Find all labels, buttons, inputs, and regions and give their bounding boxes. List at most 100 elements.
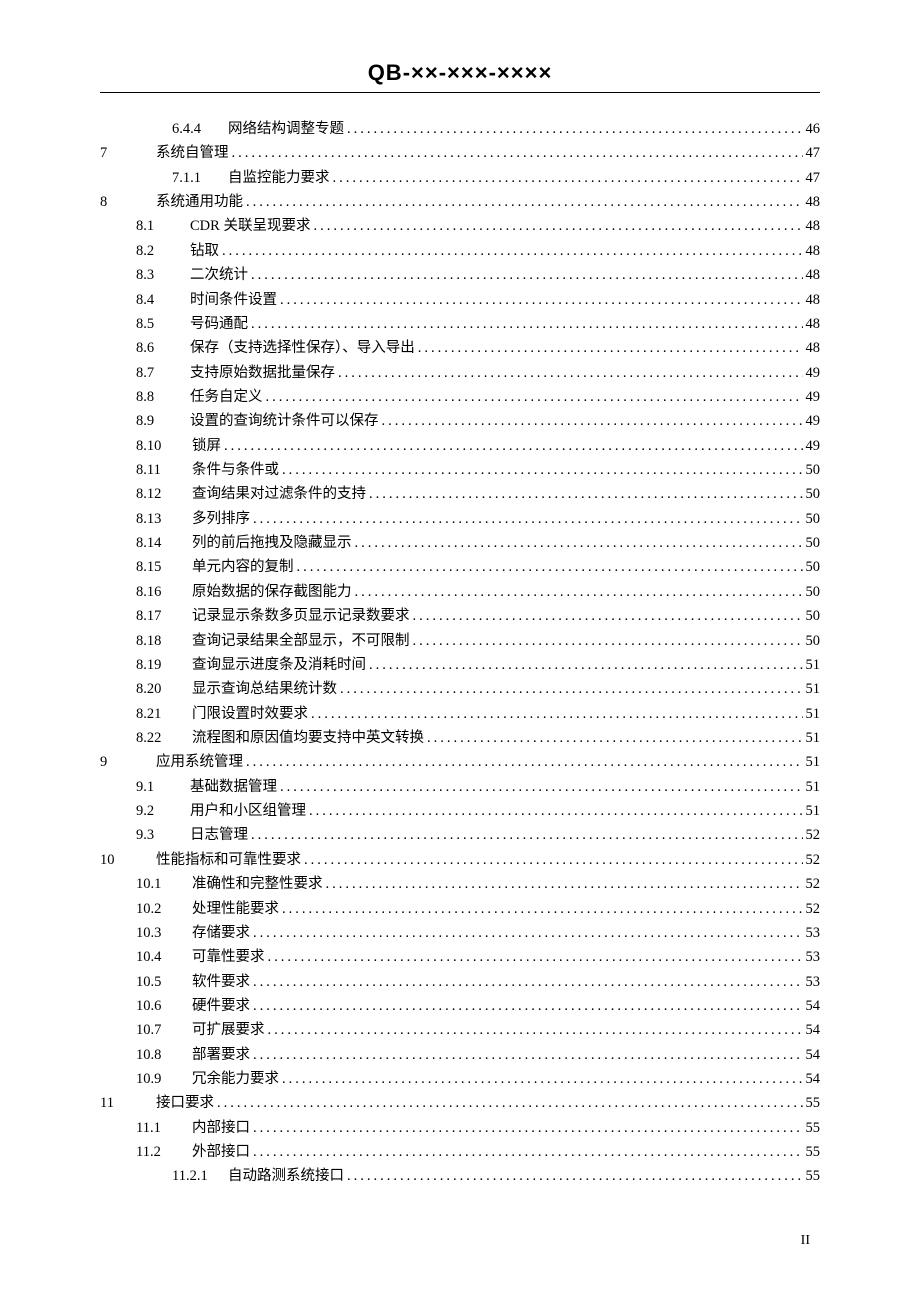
toc-leader-dots [340,677,803,701]
toc-leader-dots [224,434,803,458]
toc-entry-number: 9.3 [136,823,172,847]
toc-entry-page: 49 [806,434,821,458]
toc-entry: 11.2外部接口55 [100,1140,820,1164]
toc-entry-title: 可靠性要求 [192,945,265,969]
toc-entry-page: 54 [806,1043,821,1067]
toc-entry-page: 49 [806,361,821,385]
toc-entry-title: 查询记录结果全部显示，不可限制 [192,629,410,653]
toc-entry-title: 号码通配 [190,312,248,336]
toc-entry-page: 50 [806,482,821,506]
toc-entry-title: 锁屏 [192,434,221,458]
toc-entry-page: 48 [806,288,821,312]
toc-entry-page: 51 [806,653,821,677]
toc-leader-dots [280,775,803,799]
toc-entry-page: 47 [806,166,821,190]
toc-entry-page: 53 [806,970,821,994]
toc-leader-dots [222,239,803,263]
toc-entry-page: 48 [806,263,821,287]
toc-entry-number: 7.1.1 [172,166,216,190]
toc-entry-number: 6.4.4 [172,117,216,141]
toc-entry-page: 55 [806,1140,821,1164]
toc-leader-dots [282,458,803,482]
toc-entry-page: 50 [806,580,821,604]
toc-entry-number: 10.1 [136,872,180,896]
toc-leader-dots [217,1091,803,1115]
toc-entry-page: 52 [806,823,821,847]
toc-entry-page: 51 [806,799,821,823]
toc-entry-number: 10.4 [136,945,180,969]
toc-entry-number: 10.7 [136,1018,180,1042]
toc-leader-dots [313,214,802,238]
toc-entry-title: 可扩展要求 [192,1018,265,1042]
toc-entry-page: 48 [806,312,821,336]
toc-leader-dots [382,409,803,433]
toc-entry-page: 52 [806,872,821,896]
toc-leader-dots [369,482,803,506]
toc-entry-page: 46 [806,117,821,141]
toc-entry-number: 8.15 [136,555,180,579]
document-page: QB-××-×××-×××× 6.4.4 网络结构调整专题 467系统自管理477.… [0,0,920,1289]
toc-entry: 8.1CDR 关联呈现要求48 [100,214,820,238]
toc-entry-title: 保存（支持选择性保存）、导入导出 [190,336,415,360]
toc-entry-title: 支持原始数据批量保存 [190,361,335,385]
toc-entry-title: 列的前后拖拽及隐藏显示 [192,531,352,555]
toc-entry-title: 准确性和完整性要求 [192,872,323,896]
toc-entry: 7系统自管理47 [100,141,820,165]
toc-entry-page: 48 [806,239,821,263]
toc-entry: 8.17记录显示条数多页显示记录数要求50 [100,604,820,628]
toc-entry-number: 8.3 [136,263,172,287]
toc-entry-number: 8.6 [136,336,172,360]
toc-entry-page: 51 [806,775,821,799]
toc-entry: 8.3 二次统计 48 [100,263,820,287]
toc-entry-number: 8.21 [136,702,180,726]
toc-entry-title: 系统自管理 [156,141,229,165]
toc-entry-title: 门限设置时效要求 [192,702,308,726]
toc-entry-title: 单元内容的复制 [192,555,294,579]
toc-leader-dots [253,994,803,1018]
toc-leader-dots [338,361,803,385]
toc-entry: 11.1内部接口55 [100,1116,820,1140]
toc-entry: 10.2处理性能要求52 [100,897,820,921]
toc-entry-title: 自动路测系统接口 [228,1164,344,1188]
toc-entry: 9.2用户和小区组管理51 [100,799,820,823]
toc-entry-page: 50 [806,555,821,579]
toc-entry-number: 11.1 [136,1116,180,1140]
toc-entry: 8.22流程图和原因值均要支持中英文转换51 [100,726,820,750]
toc-entry-number: 10.9 [136,1067,180,1091]
toc-leader-dots [282,897,803,921]
toc-entry-number: 10.5 [136,970,180,994]
toc-entry-number: 8.11 [136,458,180,482]
toc-leader-dots [246,750,803,774]
toc-entry: 10.3存储要求53 [100,921,820,945]
toc-entry-title: 网络结构调整专题 [228,117,344,141]
toc-entry-number: 9 [100,750,128,774]
toc-leader-dots [309,799,803,823]
toc-entry-page: 53 [806,921,821,945]
toc-entry-title: CDR 关联呈现要求 [190,214,310,238]
toc-entry: 8.7支持原始数据批量保存49 [100,361,820,385]
toc-entry-title: 二次统计 [190,263,248,287]
toc-entry-title: 记录显示条数多页显示记录数要求 [192,604,410,628]
toc-entry-number: 8.20 [136,677,180,701]
toc-entry: 9.1基础数据管理51 [100,775,820,799]
toc-entry-number: 10.3 [136,921,180,945]
toc-entry-title: 流程图和原因值均要支持中英文转换 [192,726,424,750]
toc-entry-page: 52 [806,848,821,872]
toc-entry: 8.2钻取48 [100,239,820,263]
toc-entry-title: 条件与条件或 [192,458,279,482]
toc-entry-page: 55 [806,1116,821,1140]
toc-entry-number: 8.9 [136,409,172,433]
toc-entry: 11.2.1自动路测系统接口55 [100,1164,820,1188]
toc-entry-number: 10.8 [136,1043,180,1067]
toc-entry-page: 51 [806,750,821,774]
page-header: QB-××-×××-×××× [100,60,820,93]
toc-leader-dots [253,507,803,531]
toc-leader-dots [251,263,803,287]
toc-entry: 8.20显示查询总结果统计数51 [100,677,820,701]
toc-entry: 8.12查询结果对过滤条件的支持50 [100,482,820,506]
toc-entry: 8.18查询记录结果全部显示，不可限制50 [100,629,820,653]
toc-entry-number: 9.1 [136,775,172,799]
toc-entry-number: 8.13 [136,507,180,531]
toc-leader-dots [268,1018,803,1042]
toc-entry-number: 8.8 [136,385,172,409]
